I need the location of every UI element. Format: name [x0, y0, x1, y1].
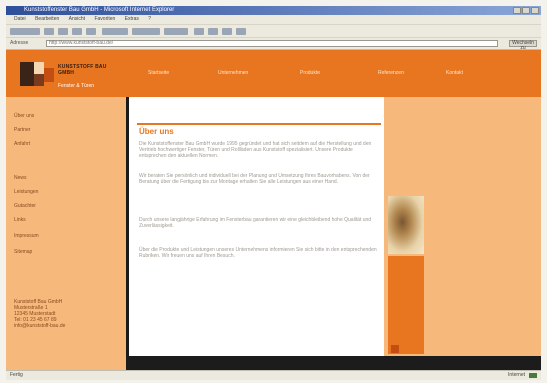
main-content: Über uns Die Kunststoffenster Bau GmbH w… [126, 97, 387, 360]
back-button[interactable] [10, 28, 40, 35]
content-paragraph: Die Kunststoffenster Bau GmbH wurde 1995… [139, 141, 372, 159]
menu-tools[interactable]: Extras [125, 16, 139, 22]
sidebar-item-imprint[interactable]: Impressum [14, 233, 39, 240]
menu-bar: Datei Bearbeiten Ansicht Favoriten Extra… [6, 15, 541, 24]
sidebar-item-about[interactable]: Über uns [14, 113, 34, 120]
refresh-button[interactable] [72, 28, 82, 35]
go-button[interactable]: Wechseln zu [509, 40, 537, 51]
sidebar-item-services[interactable]: Leistungen [14, 189, 38, 196]
edit-button[interactable] [222, 28, 232, 35]
home-button[interactable] [86, 28, 96, 35]
favorites-button[interactable] [132, 28, 160, 35]
sidebar-item-links[interactable]: Links [14, 217, 26, 224]
photo-marker [391, 345, 399, 353]
window-controls [513, 7, 539, 14]
menu-help[interactable]: ? [148, 16, 151, 22]
sidebar-item-news[interactable]: News [14, 175, 27, 182]
menu-edit[interactable]: Bearbeiten [35, 16, 59, 22]
sidebar-item-directions[interactable]: Anfahrt [14, 141, 30, 148]
browser-window: Kunststoffenster Bau GmbH - Microsoft In… [0, 0, 547, 383]
menu-favorites[interactable]: Favoriten [94, 16, 115, 22]
nav-item-start[interactable]: Startseite [148, 69, 169, 77]
site-header: KUNSTSTOFF BAU GMBH Fenster & Türen Star… [6, 50, 541, 97]
forward-button[interactable] [44, 28, 54, 35]
globe-icon [529, 373, 537, 378]
sidebar-item-partner[interactable]: Partner [14, 127, 30, 134]
mail-button[interactable] [194, 28, 204, 35]
contact-email-link[interactable]: info@kunststoff-bau.de [14, 323, 114, 329]
sidebar-item-sitemap[interactable]: Sitemap [14, 249, 32, 256]
menu-file[interactable]: Datei [14, 16, 26, 22]
nav-item-products[interactable]: Produkte [300, 69, 320, 77]
page-footer-bar [126, 356, 541, 370]
nav-item-contact[interactable]: Kontakt [446, 69, 463, 77]
menu-view[interactable]: Ansicht [69, 16, 85, 22]
contact-block: Kunststoff Bau GmbH Musterstraße 1 12345… [14, 299, 114, 329]
nav-item-company[interactable]: Unternehmen [218, 69, 248, 77]
history-button[interactable] [164, 28, 188, 35]
status-text: Fertig [10, 372, 23, 378]
status-bar: Fertig Internet [6, 370, 541, 380]
logo-subtitle: Fenster & Türen [58, 83, 95, 89]
print-button[interactable] [208, 28, 218, 35]
top-navigation: Startseite Unternehmen Produkte Referenz… [6, 69, 541, 77]
photo-strip [388, 256, 424, 354]
nav-item-references[interactable]: Referenzen [378, 69, 404, 77]
sidebar-item-expert[interactable]: Gutachter [14, 203, 36, 210]
toolbar [6, 24, 541, 38]
page-title: Über uns [139, 127, 174, 136]
stop-button[interactable] [58, 28, 68, 35]
sidebar: Über uns Partner Anfahrt News Leistungen… [6, 97, 126, 370]
product-photo [388, 196, 424, 254]
address-label: Adresse [10, 40, 29, 46]
discuss-button[interactable] [236, 28, 246, 35]
content-paragraph: Durch unsere langjährige Erfahrung im Fe… [139, 217, 372, 229]
address-input[interactable]: http://www.kunststoff-bau.de/ [46, 40, 498, 47]
content-paragraph: Wir beraten Sie persönlich und individue… [139, 173, 370, 185]
close-button[interactable] [531, 7, 539, 14]
search-button[interactable] [102, 28, 128, 35]
address-bar: Adresse http://www.kunststoff-bau.de/ We… [6, 37, 541, 51]
content-paragraph: Über die Produkte und Leistungen unseres… [139, 247, 377, 259]
content-divider [137, 123, 381, 125]
maximize-button[interactable] [522, 7, 530, 14]
web-page: KUNSTSTOFF BAU GMBH Fenster & Türen Star… [6, 50, 541, 370]
title-bar: Kunststoffenster Bau GmbH - Microsoft In… [6, 6, 541, 15]
window-title: Kunststoffenster Bau GmbH - Microsoft In… [24, 7, 175, 13]
minimize-button[interactable] [513, 7, 521, 14]
zone-text: Internet [508, 372, 525, 378]
